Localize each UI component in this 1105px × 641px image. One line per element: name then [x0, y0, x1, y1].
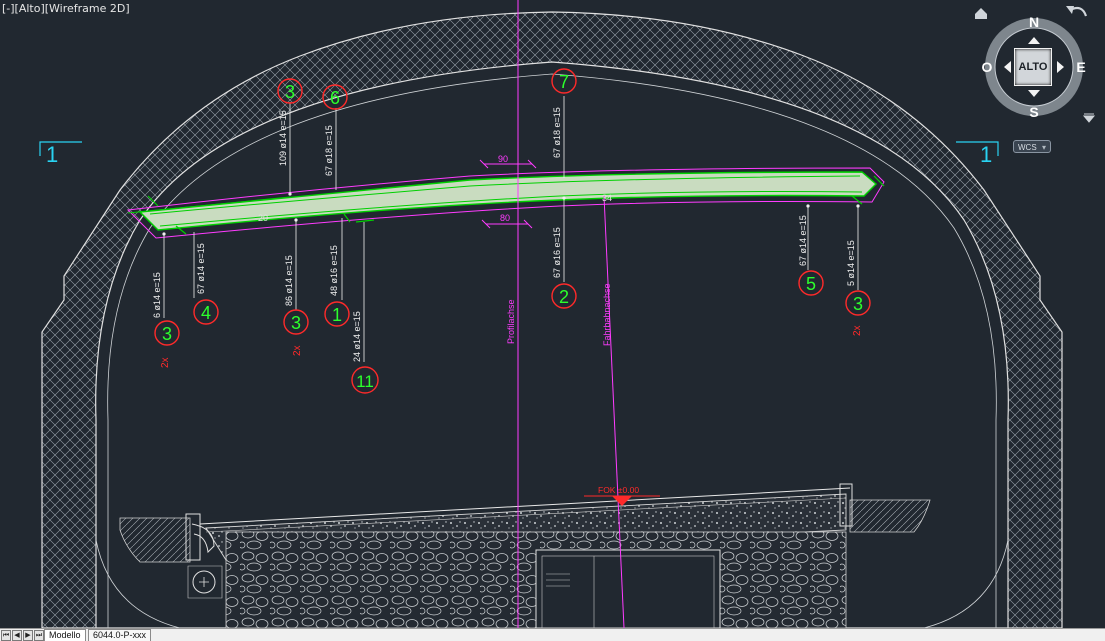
home-icon[interactable]	[975, 8, 987, 19]
rebar-text-3d: 5 ø14 e=15	[846, 240, 856, 286]
rebar-text-6: 67 ø18 e=15	[324, 125, 334, 176]
svg-text:3: 3	[285, 82, 295, 102]
dim-left: 20	[258, 213, 268, 223]
tab-layout-sheet[interactable]: 6044.0-P-xxx	[88, 629, 152, 641]
rotate-arrow-head	[1066, 6, 1074, 14]
viewcube-menu-icon[interactable]	[1082, 113, 1096, 123]
rebar-text-3c: 86 ø14 e=15	[284, 255, 294, 306]
svg-text:2: 2	[559, 287, 569, 307]
viewport-controls-label[interactable]: [-][Alto][Wireframe 2D]	[2, 2, 130, 15]
compass-east: E	[1076, 59, 1085, 75]
dim-right: 34	[602, 193, 612, 203]
rebar-text-5: 67 ø14 e=15	[798, 215, 808, 266]
svg-text:6: 6	[330, 88, 340, 108]
rebar-text-2: 67 ø16 e=15	[552, 227, 562, 278]
section-mark-right: 1	[980, 142, 992, 167]
svg-text:7: 7	[559, 72, 569, 92]
next-tab-icon[interactable]: ▶	[23, 630, 33, 641]
drawing-viewport[interactable]: [-][Alto][Wireframe 2D] 1 1 Profilachse …	[0, 0, 1105, 628]
axis-label-track: Fahrbahnachse	[602, 283, 612, 346]
svg-text:11: 11	[356, 372, 374, 391]
viewcube-face[interactable]: ALTO	[1014, 48, 1052, 86]
prev-tab-icon[interactable]: ◀	[12, 630, 22, 641]
svg-text:3: 3	[853, 294, 863, 314]
rebar-prefix-3a: 2x	[160, 357, 171, 368]
drain-channel	[535, 549, 721, 628]
cad-drawing: 1 1 Profilachse Fahrbahnachse FOK ±0.00 …	[39, 0, 1096, 628]
dim-bottom: 80	[500, 213, 510, 223]
section-mark-left: 1	[46, 142, 58, 167]
svg-text:3: 3	[162, 324, 172, 344]
rebar-text-7: 67 ø18 e=15	[552, 107, 562, 158]
rebar-text-11: 24 ø14 e=15	[352, 311, 362, 362]
rebar-text-3a: 6 ø14 e=15	[152, 272, 162, 318]
wcs-dropdown[interactable]: WCS ▾	[1013, 140, 1051, 153]
road-base-hatch-right	[849, 499, 931, 533]
chevron-down-icon: ▾	[1041, 143, 1046, 152]
rebar-prefix-3d: 2x	[852, 325, 863, 336]
first-tab-icon[interactable]: ⏮	[1, 630, 11, 641]
svg-text:4: 4	[201, 303, 211, 323]
rebar-text-3b: 109 ø14 e=15	[278, 110, 288, 166]
compass-north: N	[1029, 14, 1039, 30]
compass-south: S	[1029, 104, 1038, 120]
layout-tab-bar: ⏮ ◀ ▶ ⏭ Modello 6044.0-P-xxx	[0, 628, 1105, 641]
axis-label-profile: Profilachse	[506, 299, 516, 344]
tab-model[interactable]: Modello	[44, 629, 86, 641]
svg-text:1: 1	[332, 305, 342, 325]
compass-west: O	[982, 59, 993, 75]
last-tab-icon[interactable]: ⏭	[34, 630, 44, 641]
rebar-text-1: 48 ø16 e=15	[329, 245, 339, 296]
rebar-text-4: 67 ø14 e=15	[196, 243, 206, 294]
dim-top: 90	[498, 154, 508, 164]
wcs-label: WCS	[1018, 143, 1037, 152]
elevation-label: FOK ±0.00	[598, 485, 639, 495]
rebar-prefix-3c: 2x	[292, 345, 303, 356]
svg-text:5: 5	[806, 274, 816, 294]
svg-text:3: 3	[291, 313, 301, 333]
